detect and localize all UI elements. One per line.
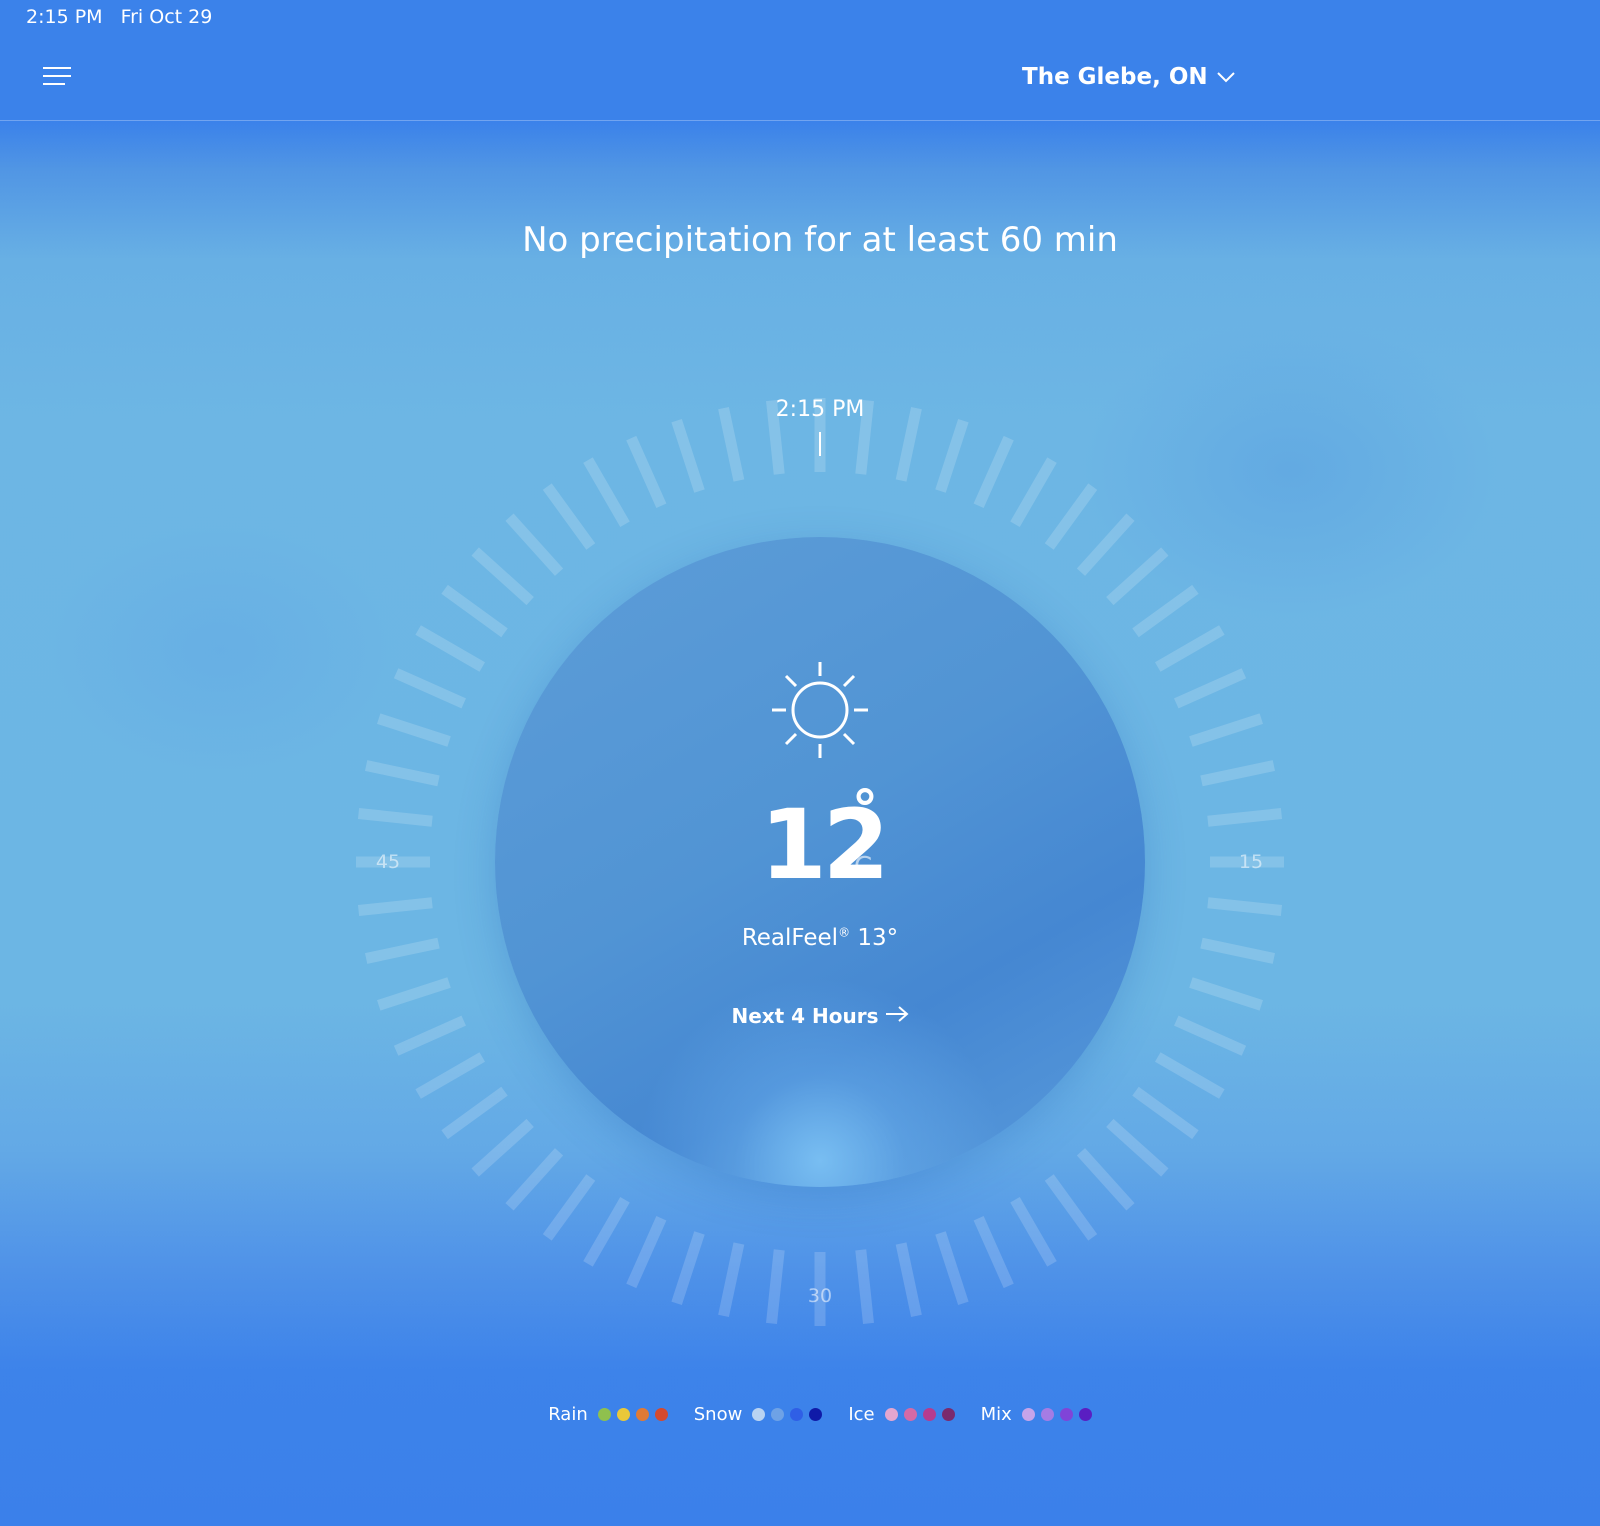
dial-tick <box>377 713 451 747</box>
dial-tick <box>718 1242 745 1318</box>
dial-tick <box>626 435 667 508</box>
dial-tick <box>364 937 440 964</box>
legend-snow-label: Snow <box>693 1404 743 1425</box>
dial-tick <box>441 1086 508 1140</box>
legend-dot <box>616 1408 630 1421</box>
legend-dot <box>654 1408 668 1421</box>
dial-tick <box>855 1249 874 1325</box>
registered-mark: ® <box>838 925 851 940</box>
dial-tick <box>1207 808 1283 827</box>
temperature-unit: C <box>854 852 873 882</box>
dial-tick <box>393 668 466 709</box>
dial-tick <box>415 625 486 672</box>
dial-tick <box>1010 1196 1057 1267</box>
legend-dot <box>771 1408 785 1421</box>
dial-tick <box>357 808 433 827</box>
dial-tick <box>471 547 534 606</box>
legend-rain: Rain <box>548 1404 668 1425</box>
dial-tick <box>1174 668 1247 709</box>
degree-symbol: ° <box>852 780 878 840</box>
dial-tick <box>542 1174 596 1241</box>
legend-dot <box>752 1408 766 1421</box>
dial-tick <box>1044 1174 1098 1241</box>
dial-tick <box>505 1148 564 1211</box>
dial-tick <box>1154 1052 1225 1099</box>
dial-tick <box>1106 1118 1169 1177</box>
dial-tick <box>671 1231 705 1305</box>
next-hours-label: Next 4 Hours <box>731 1004 879 1028</box>
legend-dot <box>884 1408 898 1421</box>
dial-label-15: 15 <box>1238 851 1264 873</box>
legend-mix-label: Mix <box>980 1404 1012 1425</box>
legend-dot <box>597 1408 611 1421</box>
dial-tick <box>542 483 596 550</box>
precipitation-legend: Rain Snow Ice Mix <box>0 1404 1600 1425</box>
dial-tick <box>377 977 451 1011</box>
dial-tick <box>441 584 508 638</box>
current-time-label: 2:15 PM <box>775 397 865 422</box>
realfeel-value: 13° <box>857 925 899 951</box>
legend-ice: Ice <box>848 1404 955 1425</box>
dial-tick <box>357 897 433 916</box>
legend-dot <box>941 1408 955 1421</box>
legend-dot <box>1040 1408 1054 1421</box>
dial-tick <box>766 1249 785 1325</box>
dial-tick <box>1154 625 1225 672</box>
dial-tick <box>935 1231 969 1305</box>
dial-tick <box>1207 897 1283 916</box>
sun-icon <box>770 660 870 760</box>
dial-tick <box>1189 713 1263 747</box>
realfeel-label: RealFeel <box>741 925 839 951</box>
next-4-hours-link[interactable]: Next 4 Hours <box>720 1004 920 1028</box>
dial-tick <box>973 1216 1014 1289</box>
dial-tick <box>583 1196 630 1267</box>
dial-tick <box>1174 1015 1247 1056</box>
dial-tick <box>583 457 630 528</box>
legend-mix: Mix <box>981 1404 1092 1425</box>
dial-tick <box>973 435 1014 508</box>
legend-dot <box>809 1408 823 1421</box>
dial-tick <box>505 513 564 576</box>
legend-rain-label: Rain <box>548 1404 588 1425</box>
dial-tick <box>1076 513 1135 576</box>
dial-tick <box>393 1015 466 1056</box>
arrow-right-icon <box>885 1006 909 1026</box>
legend-dot <box>1078 1408 1092 1421</box>
legend-dot <box>922 1408 936 1421</box>
dial-tick <box>671 419 705 493</box>
dial-tick <box>1106 547 1169 606</box>
legend-dot <box>1021 1408 1035 1421</box>
dial-tick <box>1200 937 1276 964</box>
legend-ice-label: Ice <box>848 1404 875 1425</box>
dial-label-30: 30 <box>807 1285 833 1307</box>
dial-tick <box>471 1118 534 1177</box>
dial-tick <box>626 1216 667 1289</box>
dial-tick <box>935 419 969 493</box>
current-temperature: 12 ° C <box>760 780 900 900</box>
dial-tick <box>1010 457 1057 528</box>
dial-tick <box>1076 1148 1135 1211</box>
legend-dot <box>635 1408 649 1421</box>
dial-tick <box>364 760 440 787</box>
dial-tick <box>415 1052 486 1099</box>
legend-snow: Snow <box>694 1404 823 1425</box>
dial-tick <box>1132 1086 1199 1140</box>
dial-tick <box>1132 584 1199 638</box>
legend-dot <box>903 1408 917 1421</box>
dial-tick <box>895 1242 922 1318</box>
dial-label-45: 45 <box>375 851 401 873</box>
dial-tick <box>1189 977 1263 1011</box>
dial-tick <box>1044 483 1098 550</box>
realfeel-temperature: RealFeel® 13° <box>720 925 920 951</box>
dial-tick <box>1200 760 1276 787</box>
legend-dot <box>1059 1408 1073 1421</box>
legend-dot <box>790 1408 804 1421</box>
